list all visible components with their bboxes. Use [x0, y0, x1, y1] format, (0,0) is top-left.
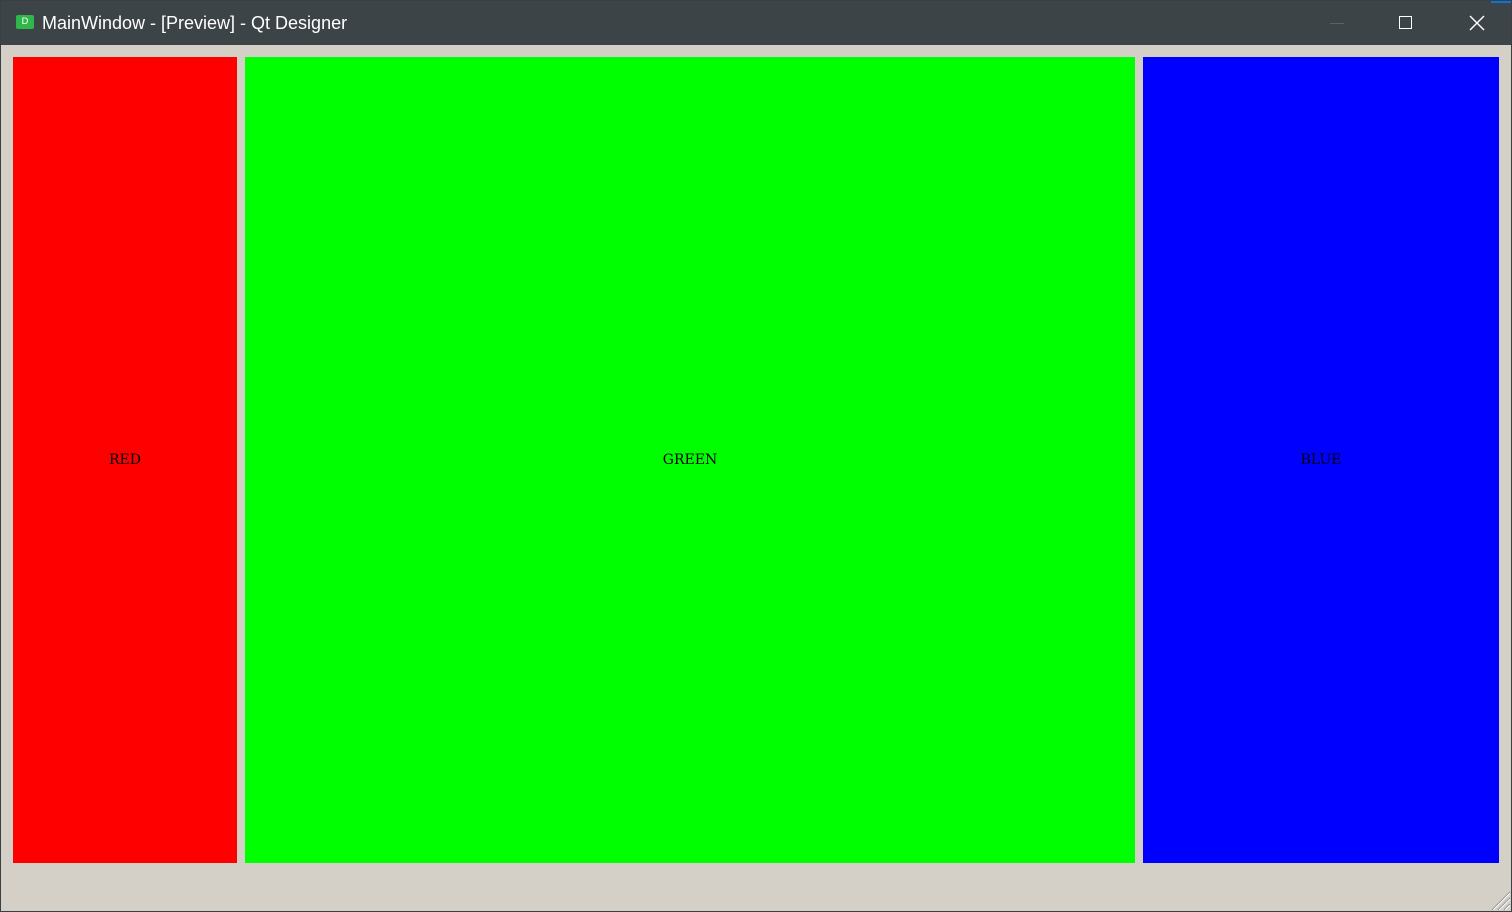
- maximize-icon: [1399, 16, 1412, 29]
- minimize-icon: [1330, 23, 1344, 24]
- minimize-button[interactable]: [1302, 1, 1372, 45]
- maximize-button[interactable]: [1371, 1, 1441, 45]
- red-panel-label: RED: [109, 452, 141, 468]
- green-panel-label: GREEN: [662, 452, 718, 468]
- title-bar[interactable]: D MainWindow - [Preview] - Qt Designer: [1, 1, 1511, 45]
- window-title: MainWindow - [Preview] - Qt Designer: [42, 13, 348, 33]
- close-button[interactable]: [1441, 1, 1511, 45]
- qt-designer-icon[interactable]: D: [16, 15, 34, 29]
- resize-grip-icon[interactable]: [1487, 887, 1511, 911]
- close-icon: [1469, 15, 1485, 31]
- accent-indicator: [1491, 1, 1511, 3]
- central-widget: RED GREEN BLUE: [1, 45, 1511, 911]
- green-panel[interactable]: GREEN: [245, 57, 1135, 863]
- blue-panel[interactable]: BLUE: [1143, 57, 1499, 863]
- red-panel[interactable]: RED: [13, 57, 237, 863]
- blue-panel-label: BLUE: [1300, 452, 1342, 468]
- main-window: D MainWindow - [Preview] - Qt Designer R…: [0, 0, 1512, 912]
